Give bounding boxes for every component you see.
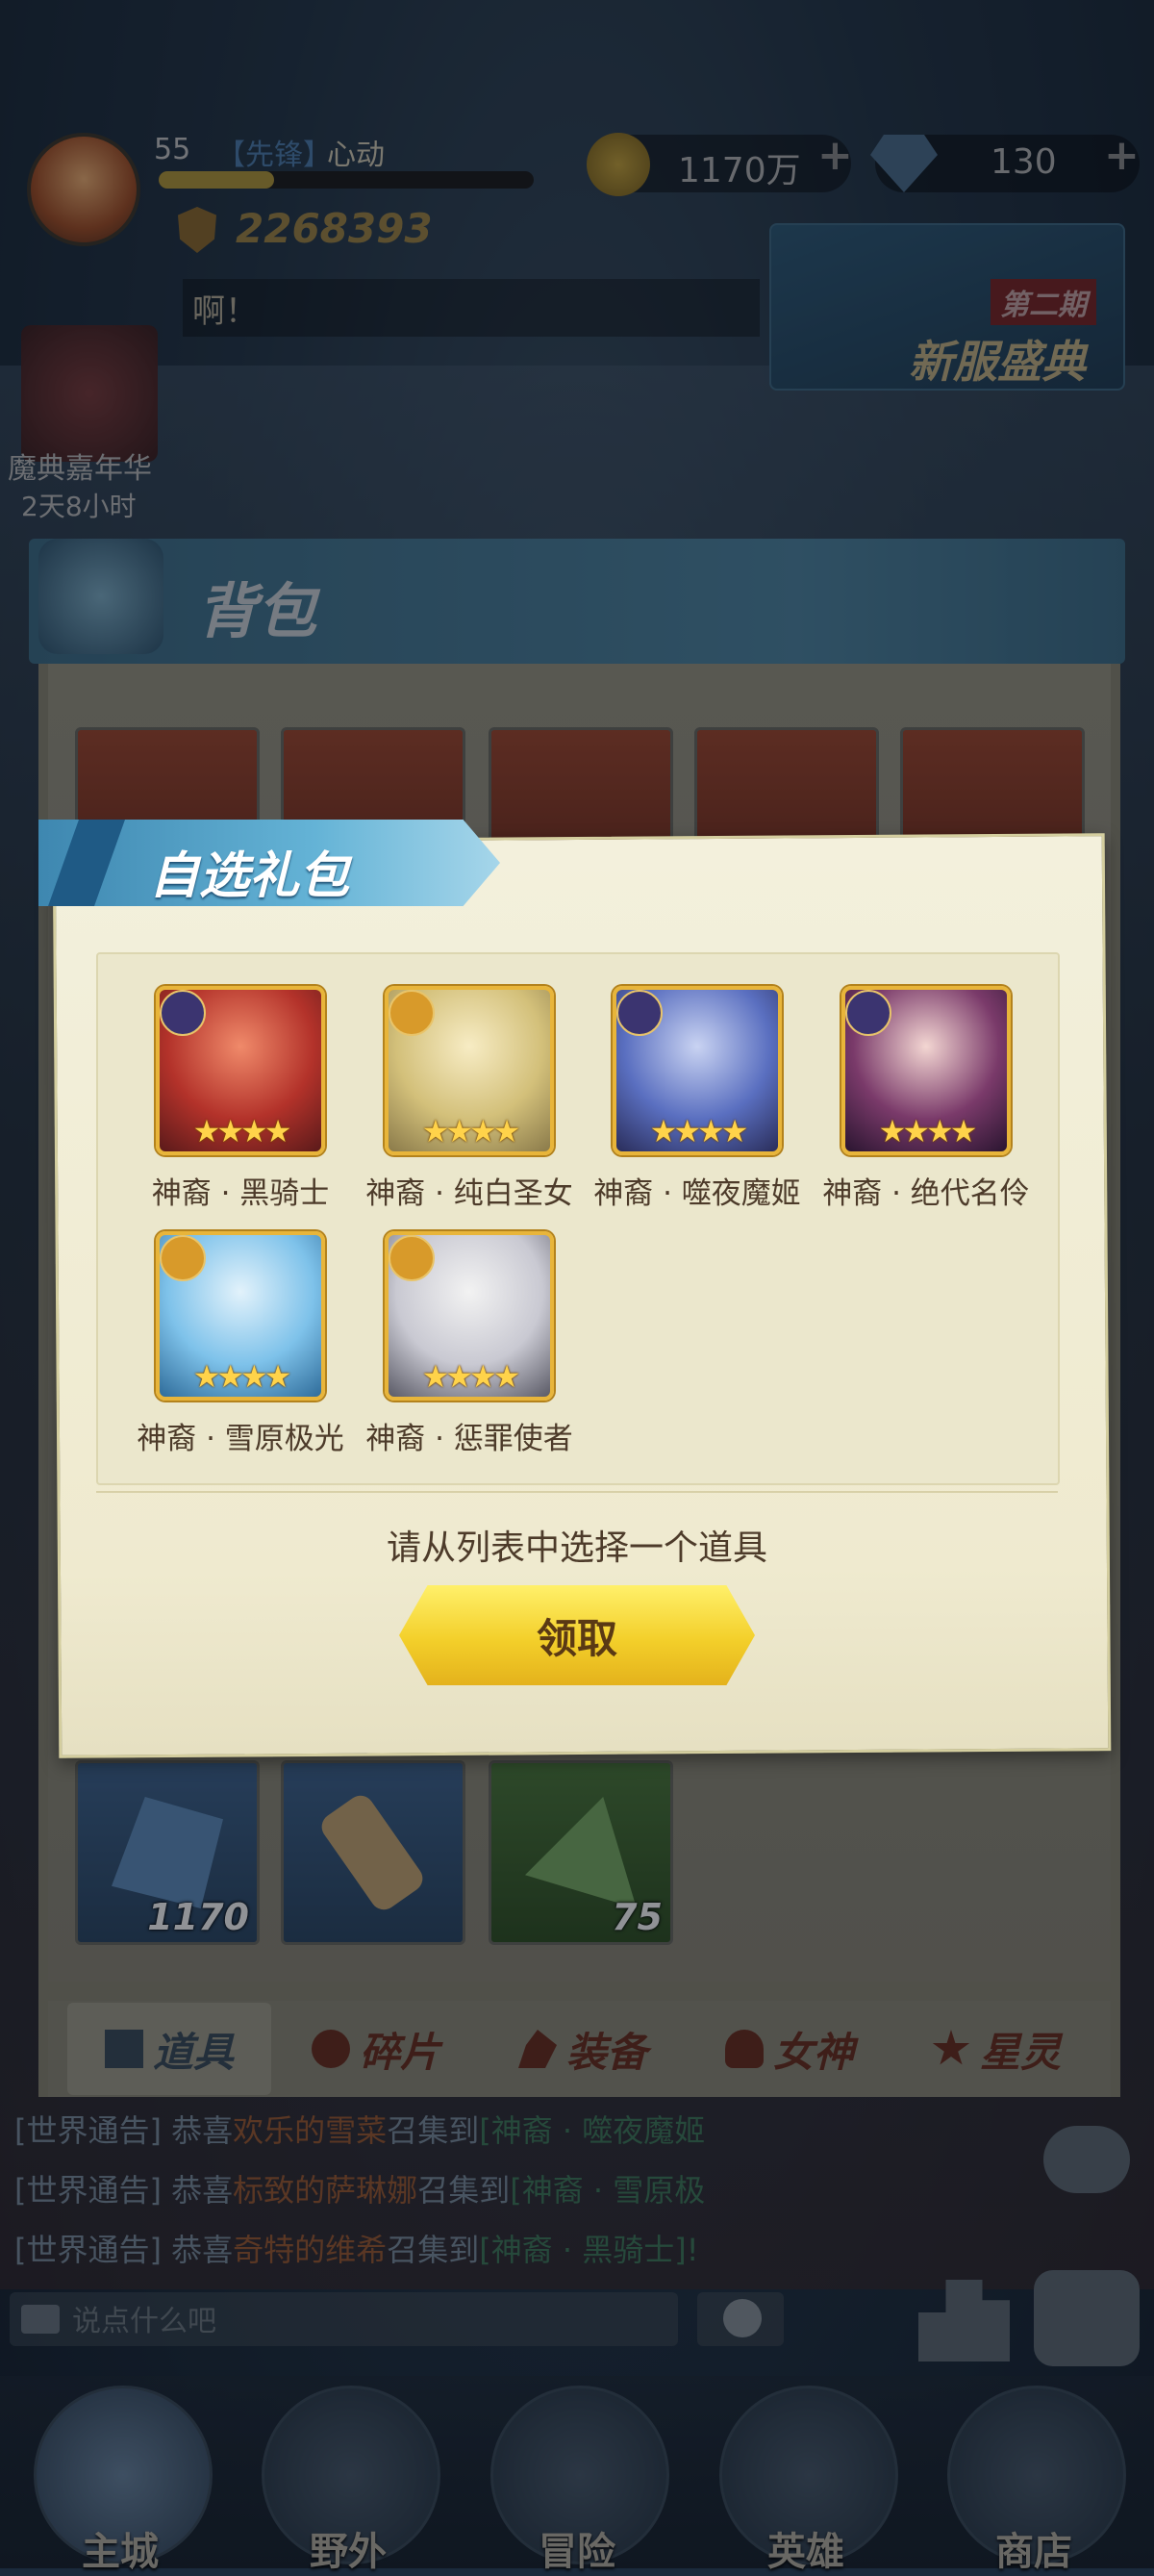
- hero-name: 神裔 · 绝代名伶: [822, 1176, 1030, 1211]
- hero-name: 神裔 · 纯白圣女: [365, 1176, 573, 1211]
- hero-name: 神裔 · 雪原极光: [137, 1422, 344, 1456]
- selection-prompt: 请从列表中选择一个道具: [386, 1528, 767, 1568]
- hero-portrait: ★★★★: [385, 986, 554, 1155]
- hero-name: 神裔 · 噬夜魔姬: [593, 1176, 801, 1211]
- hero-stars: ★★★★: [878, 1113, 978, 1149]
- hero-portrait: ★★★★: [613, 986, 782, 1155]
- modal-title: 自选礼包: [149, 847, 350, 905]
- hero-portrait: ★★★★: [841, 986, 1011, 1155]
- hero-portrait: ★★★★: [156, 1231, 325, 1401]
- hero-name: 神裔 · 惩罪使者: [365, 1422, 573, 1456]
- class-badge-icon: [389, 990, 435, 1036]
- hero-portrait: ★★★★: [385, 1231, 554, 1401]
- hero-stars: ★★★★: [192, 1358, 292, 1395]
- hero-name: 神裔 · 黑骑士: [151, 1176, 330, 1211]
- hero-stars: ★★★★: [649, 1113, 749, 1149]
- hero-portrait: ★★★★: [156, 986, 325, 1155]
- class-badge-icon: [616, 990, 663, 1036]
- class-badge-icon: [160, 990, 206, 1036]
- list-divider: [96, 1491, 1058, 1493]
- class-badge-icon: [389, 1235, 435, 1281]
- class-badge-icon: [160, 1235, 206, 1281]
- claim-button[interactable]: 领取: [399, 1585, 755, 1685]
- hero-stars: ★★★★: [421, 1358, 521, 1395]
- class-badge-icon: [845, 990, 891, 1036]
- hero-stars: ★★★★: [192, 1113, 292, 1149]
- hero-stars: ★★★★: [421, 1113, 521, 1149]
- claim-button-label: 领取: [536, 1614, 617, 1662]
